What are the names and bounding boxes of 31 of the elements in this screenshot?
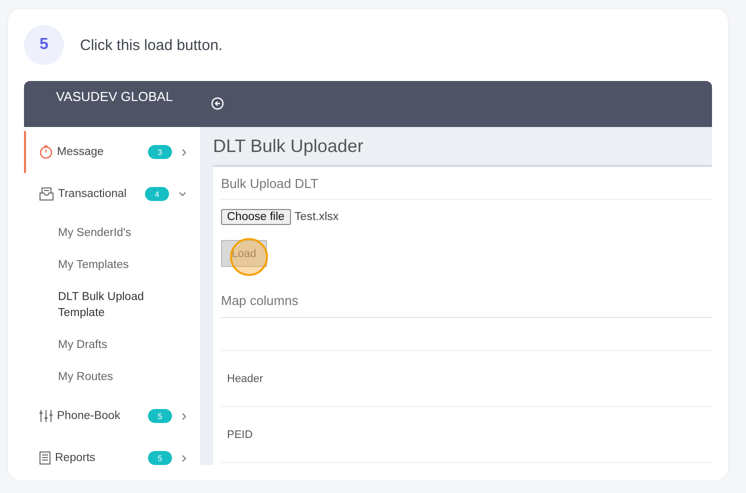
count-badge: 4 (145, 187, 169, 201)
panel-title: Bulk Upload DLT (221, 176, 318, 190)
file-name: Test.xlsx (294, 211, 339, 223)
count-badge: 3 (148, 145, 172, 159)
choose-file-button[interactable]: Choose file (221, 209, 291, 225)
sidebar-item[interactable]: Reports 5 (24, 437, 200, 465)
step-number: 5 (24, 25, 64, 65)
chevron-right-icon (182, 412, 186, 420)
map-columns-title: Map columns (221, 292, 298, 308)
column-label: Header (227, 372, 264, 384)
sliders-icon (39, 409, 53, 423)
click-highlight (230, 238, 268, 276)
stopwatch-icon (39, 145, 53, 159)
chevron-down-icon (179, 192, 186, 196)
chevron-right-icon (182, 454, 186, 462)
submenu-item[interactable]: DLT Bulk Upload Template (24, 283, 158, 327)
count-badge: 5 (148, 451, 172, 465)
column-label: PEID (227, 428, 253, 440)
brand-name: VASUDEV GLOBAL (56, 89, 173, 105)
submenu-item[interactable]: My Routes (24, 363, 158, 391)
inbox-icon (39, 187, 54, 201)
document-icon (39, 451, 51, 465)
submenu-item[interactable]: My SenderId's (24, 219, 158, 247)
chevron-right-icon (182, 148, 186, 156)
submenu-item[interactable]: My Templates (24, 251, 158, 279)
sidebar-item[interactable]: Transactional 4 (24, 173, 200, 215)
sidebar-item[interactable]: Phone-Book 5 (24, 395, 200, 437)
submenu-item[interactable]: My Drafts (24, 331, 158, 359)
step-instruction: Click this load button. (80, 36, 223, 54)
count-badge: 5 (148, 409, 172, 423)
page-title: DLT Bulk Uploader (213, 136, 364, 156)
